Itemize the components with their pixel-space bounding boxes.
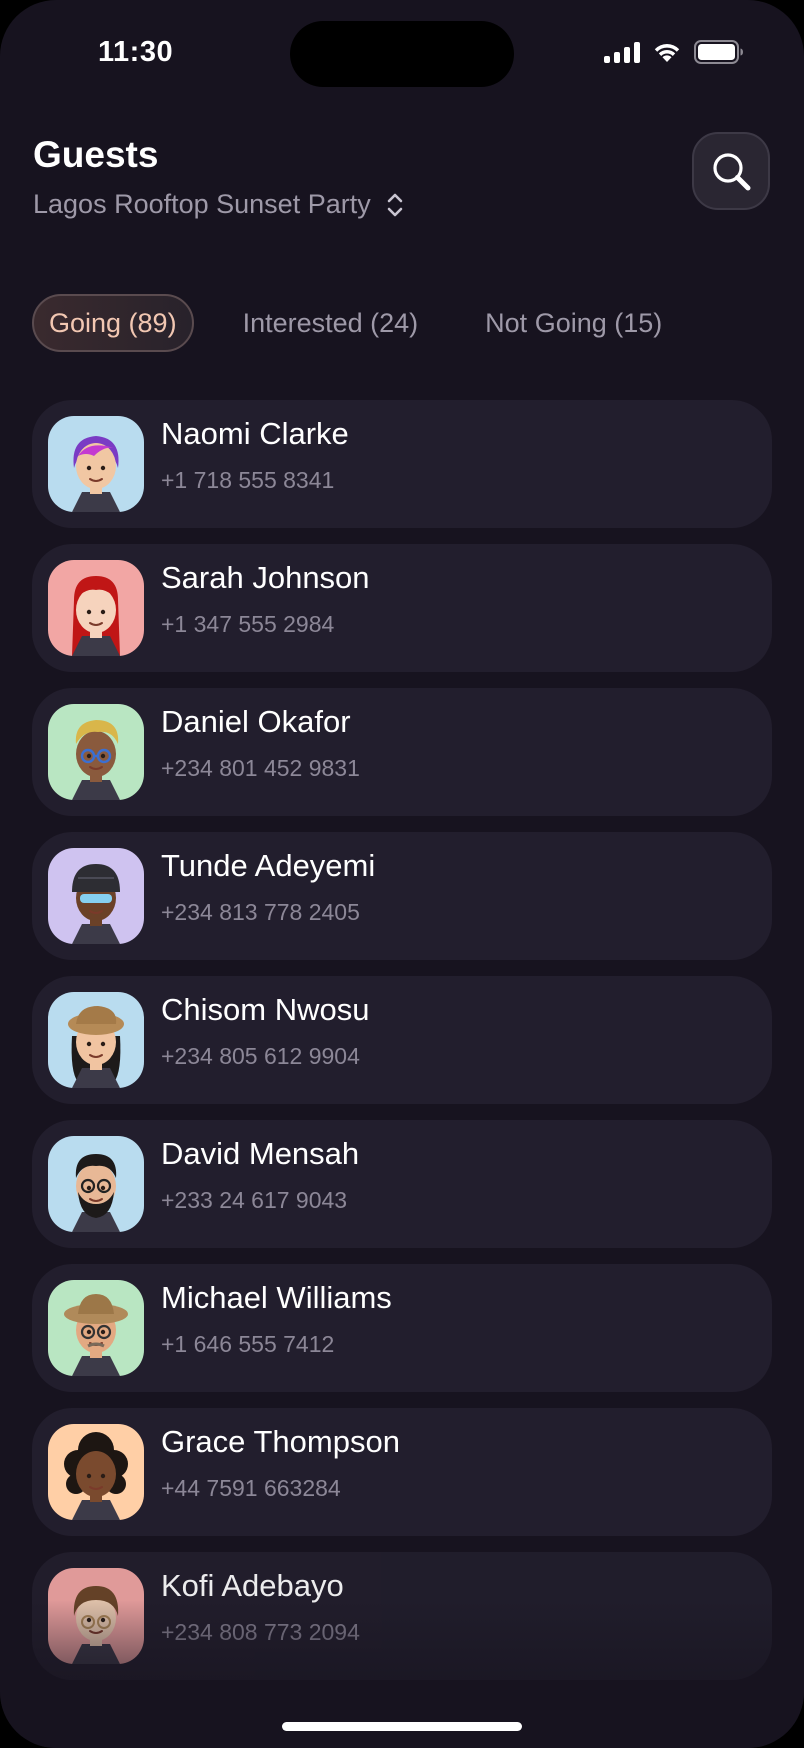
tab-interested[interactable]: Interested (24) bbox=[243, 294, 419, 352]
avatar bbox=[48, 1136, 144, 1232]
guest-name: Tunde Adeyemi bbox=[161, 848, 376, 883]
guest-name: Grace Thompson bbox=[161, 1424, 400, 1459]
guest-name: Daniel Okafor bbox=[161, 704, 351, 739]
guest-name: Naomi Clarke bbox=[161, 416, 349, 451]
guest-card[interactable]: Daniel Okafor +234 801 452 9831 bbox=[32, 688, 772, 816]
guest-card[interactable]: Kofi Adebayo +234 808 773 2094 bbox=[32, 1552, 772, 1680]
guest-name: Kofi Adebayo bbox=[161, 1568, 344, 1603]
guest-card[interactable]: Grace Thompson +44 7591 663284 bbox=[32, 1408, 772, 1536]
phone-screen: 11:30 Guests Lagos Rooftop Sunset Party bbox=[0, 0, 804, 1748]
guest-phone: +1 646 555 7412 bbox=[161, 1331, 335, 1357]
guest-name: David Mensah bbox=[161, 1136, 360, 1171]
guest-phone: +233 24 617 9043 bbox=[161, 1187, 348, 1213]
cellular-signal-icon bbox=[604, 41, 640, 63]
guest-card[interactable]: Sarah Johnson +1 347 555 2984 bbox=[32, 544, 772, 672]
guest-phone: +234 808 773 2094 bbox=[161, 1619, 360, 1645]
status-time: 11:30 bbox=[98, 36, 174, 68]
dynamic-island bbox=[290, 21, 514, 87]
avatar bbox=[48, 1568, 144, 1664]
guest-phone: +234 813 778 2405 bbox=[161, 899, 360, 925]
event-name: Lagos Rooftop Sunset Party bbox=[33, 189, 371, 219]
tab-going[interactable]: Going (89) bbox=[32, 294, 194, 352]
guest-name: Sarah Johnson bbox=[161, 560, 370, 595]
guest-phone: +234 805 612 9904 bbox=[161, 1043, 360, 1069]
guest-phone: +44 7591 663284 bbox=[161, 1475, 341, 1501]
event-selector[interactable]: Lagos Rooftop Sunset Party bbox=[33, 189, 405, 220]
avatar bbox=[48, 560, 144, 656]
battery-icon bbox=[694, 40, 743, 64]
guest-card[interactable]: Chisom Nwosu +234 805 612 9904 bbox=[32, 976, 772, 1104]
tab-not-going[interactable]: Not Going (15) bbox=[485, 294, 662, 352]
guest-phone: +1 718 555 8341 bbox=[161, 467, 335, 493]
guest-phone: +234 801 452 9831 bbox=[161, 755, 360, 781]
guest-card[interactable]: Naomi Clarke +1 718 555 8341 bbox=[32, 400, 772, 528]
rsvp-tabs: Going (89) Interested (24) Not Going (15… bbox=[32, 294, 662, 352]
status-icons bbox=[604, 40, 744, 64]
guest-list: Naomi Clarke +1 718 555 8341 Sarah Johnso… bbox=[32, 400, 772, 1696]
guest-name: Chisom Nwosu bbox=[161, 992, 370, 1027]
avatar bbox=[48, 704, 144, 800]
search-button[interactable] bbox=[692, 132, 770, 210]
home-indicator[interactable] bbox=[282, 1722, 522, 1731]
guest-card[interactable]: Michael Williams +1 646 555 7412 bbox=[32, 1264, 772, 1392]
avatar bbox=[48, 992, 144, 1088]
chevron-up-down-icon bbox=[387, 193, 403, 216]
avatar bbox=[48, 1424, 144, 1520]
search-icon bbox=[713, 153, 751, 191]
avatar bbox=[48, 848, 144, 944]
guest-phone: +1 347 555 2984 bbox=[161, 611, 335, 637]
guest-card[interactable]: David Mensah +233 24 617 9043 bbox=[32, 1120, 772, 1248]
avatar bbox=[48, 416, 144, 512]
wifi-icon bbox=[654, 44, 680, 62]
avatar bbox=[48, 1280, 144, 1376]
guest-card[interactable]: Tunde Adeyemi +234 813 778 2405 bbox=[32, 832, 772, 960]
page-title: Guests bbox=[33, 134, 159, 175]
guest-name: Michael Williams bbox=[161, 1280, 392, 1315]
